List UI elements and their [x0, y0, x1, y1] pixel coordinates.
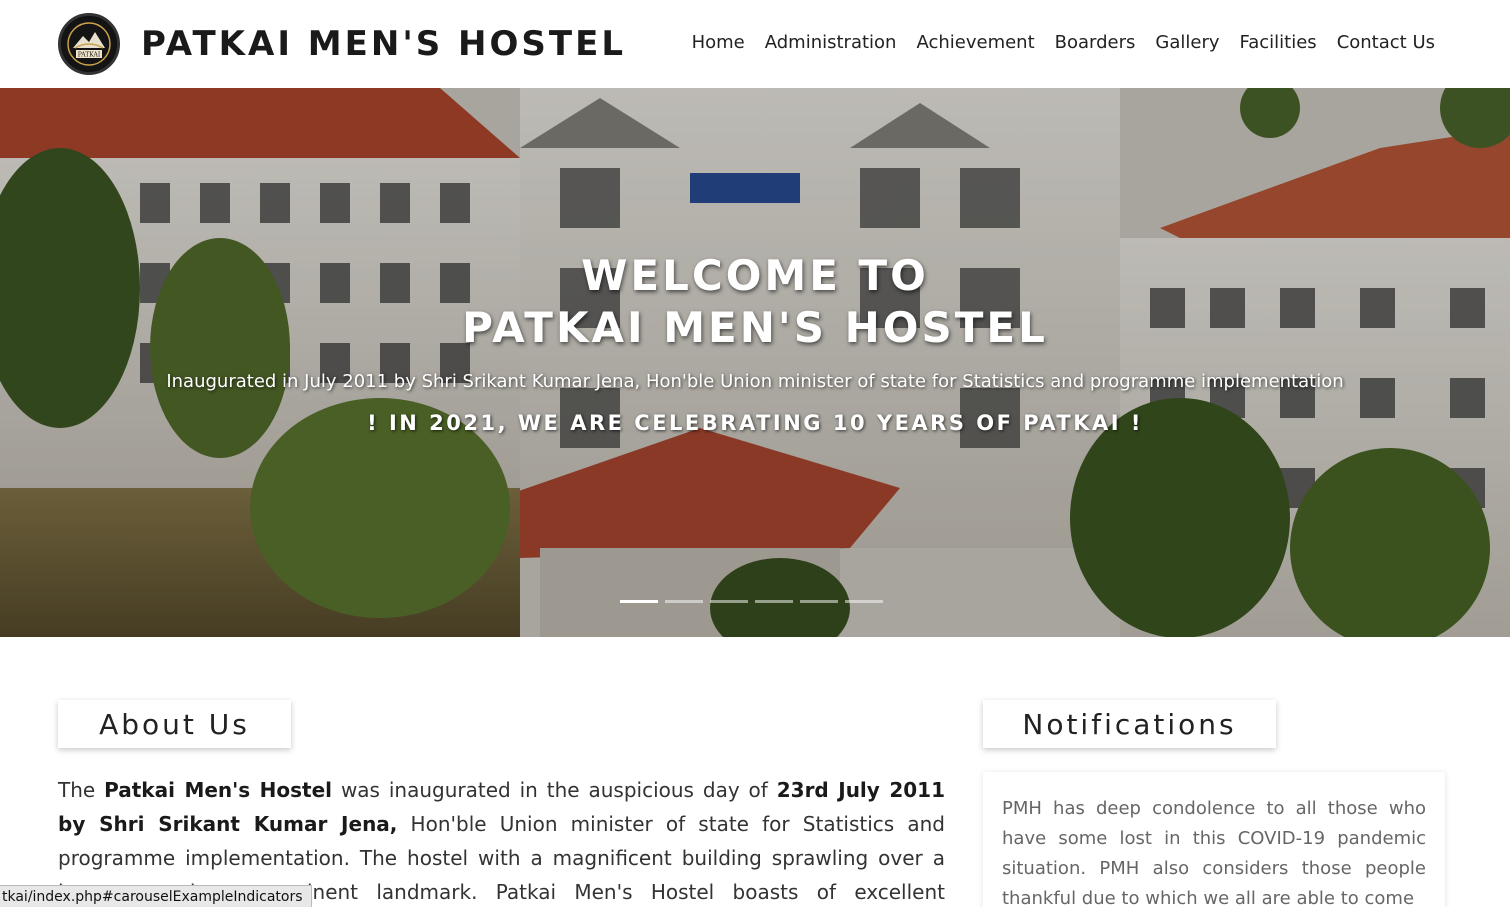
hero-subtitle: Inaugurated in July 2011 by Shri Srikant…: [166, 371, 1344, 392]
site-title[interactable]: PATKAI MEN'S HOSTEL: [141, 24, 626, 64]
hero-carousel[interactable]: WELCOME TO PATKAI MEN'S HOSTEL Inaugurat…: [0, 88, 1510, 637]
nav-contact-us[interactable]: Contact Us: [1337, 32, 1435, 53]
hero-title-line2: PATKAI MEN'S HOSTEL: [462, 303, 1048, 352]
notifications-box[interactable]: PMH has deep condolence to all those who…: [983, 772, 1445, 907]
hero-celebration-text: ! IN 2021, WE ARE CELEBRATING 10 YEARS O…: [367, 411, 1143, 435]
nav-gallery[interactable]: Gallery: [1155, 32, 1219, 53]
notification-text: PMH has deep condolence to all those who…: [1002, 798, 1426, 907]
about-text-part: The: [58, 778, 105, 802]
hero-overlay: [0, 88, 1510, 637]
main-nav: Home Administration Achievement Boarders…: [692, 32, 1435, 53]
about-text-part: was inaugurated in the auspicious day of: [332, 778, 777, 802]
about-hostel-name: Patkai Men's Hostel: [104, 778, 333, 802]
nav-home[interactable]: Home: [692, 32, 745, 53]
logo-emblem-icon: PATKAI: [62, 17, 116, 71]
nav-administration[interactable]: Administration: [765, 32, 897, 53]
site-header: PATKAI PATKAI MEN'S HOSTEL Home Administ…: [0, 0, 1510, 88]
carousel-indicator-1[interactable]: [620, 600, 658, 603]
nav-achievement[interactable]: Achievement: [916, 32, 1034, 53]
logo-text: PATKAI: [78, 52, 101, 59]
carousel-indicator-3[interactable]: [710, 600, 748, 603]
notifications-heading: Notifications: [983, 700, 1276, 748]
carousel-indicator-6[interactable]: [845, 600, 883, 603]
about-us-heading: About Us: [58, 700, 291, 748]
nav-facilities[interactable]: Facilities: [1240, 32, 1317, 53]
hero-title-line1: WELCOME TO: [581, 251, 929, 300]
carousel-indicator-2[interactable]: [665, 600, 703, 603]
hostel-logo[interactable]: PATKAI: [58, 13, 120, 75]
browser-status-url: tkai/index.php#carouselExampleIndicators: [0, 885, 312, 907]
carousel-indicator-5[interactable]: [800, 600, 838, 603]
nav-boarders[interactable]: Boarders: [1055, 32, 1136, 53]
carousel-indicators: [620, 600, 883, 603]
carousel-indicator-4[interactable]: [755, 600, 793, 603]
